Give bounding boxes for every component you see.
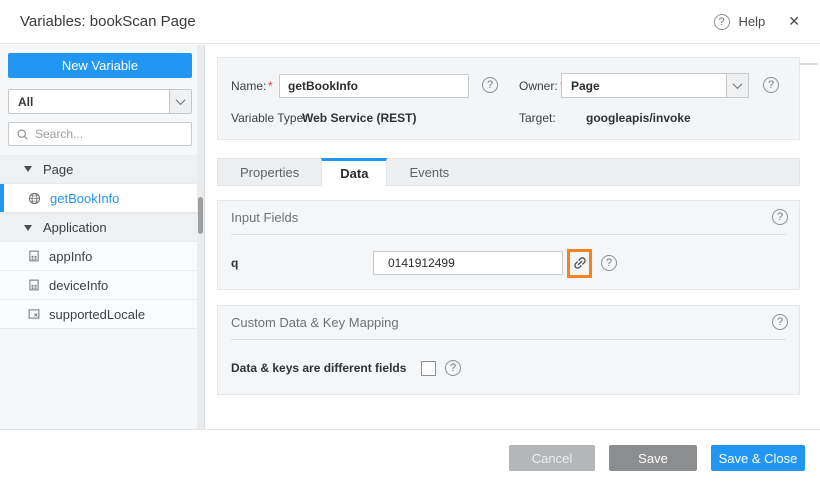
variable-detail-panel: Name: * ? Owner: * Page ? Variable Type:… [206, 45, 820, 429]
save-close-button[interactable]: Save & Close [711, 445, 805, 471]
name-input[interactable] [279, 73, 469, 98]
custom-mapping-section: Custom Data & Key Mapping ? Data & keys … [217, 305, 800, 395]
bind-link-button[interactable] [567, 248, 592, 278]
tree-item-label: appInfo [49, 248, 93, 264]
page-title: Variables: bookScan Page [20, 13, 196, 30]
tree-group-page[interactable]: Page [0, 155, 204, 184]
new-variable-button[interactable]: New Variable [8, 53, 192, 78]
owner-label: Owner: [519, 78, 558, 93]
search-input[interactable] [35, 127, 184, 141]
tree-item-deviceinfo[interactable]: deviceInfo [0, 271, 204, 300]
field-help-icon[interactable]: ? [601, 255, 617, 271]
input-fields-help-icon[interactable]: ? [772, 209, 788, 225]
help-icon[interactable]: ? [713, 13, 730, 30]
name-help-icon[interactable]: ? [482, 77, 498, 93]
field-value-input[interactable] [373, 251, 563, 275]
target-label: Target: [519, 111, 556, 125]
expand-arrow-icon[interactable] [24, 224, 32, 231]
close-icon[interactable]: ✕ [788, 13, 800, 30]
checkbox-help-icon[interactable]: ? [445, 360, 461, 376]
divider [231, 234, 786, 235]
owner-selected-value: Page [571, 78, 600, 93]
tree-item-label: getBookInfo [50, 190, 120, 206]
field-key-label: q [231, 256, 239, 270]
dialog-header: Variables: bookScan Page ? Help ✕ [0, 0, 820, 44]
header-actions: ? Help ✕ [713, 13, 800, 30]
variable-type-label: Variable Type: [231, 111, 307, 125]
web-service-icon [28, 192, 41, 205]
app-data-icon [28, 250, 40, 262]
different-fields-checkbox[interactable] [421, 360, 436, 376]
variable-summary-card: Name: * ? Owner: * Page ? Variable Type:… [217, 57, 800, 140]
target-value: googleapis/invoke [586, 111, 691, 125]
detail-tabs: Properties Data Events [217, 158, 800, 186]
tab-properties[interactable]: Properties [218, 159, 321, 185]
divider [231, 339, 786, 340]
tree-group-label: Page [43, 161, 74, 177]
cancel-button[interactable]: Cancel [509, 445, 595, 471]
locale-icon [28, 308, 40, 320]
chevron-down-icon[interactable] [726, 74, 748, 97]
help-link[interactable]: Help [739, 14, 766, 29]
chevron-down-icon[interactable] [169, 90, 191, 113]
filter-dropdown[interactable]: All [8, 89, 192, 114]
variables-tree: Page getBookInfo Application appInfo dev… [0, 155, 204, 329]
search-box [8, 122, 192, 146]
search-icon [16, 128, 29, 141]
owner-dropdown[interactable]: Page [561, 73, 749, 98]
tree-item-supportedlocale[interactable]: supportedLocale [0, 300, 204, 329]
tree-item-getbookinfo[interactable]: getBookInfo [0, 184, 204, 213]
input-fields-section: Input Fields ? q ? [217, 200, 800, 290]
tree-item-label: supportedLocale [49, 306, 146, 322]
input-field-row: q ? [231, 247, 786, 279]
save-button[interactable]: Save [609, 445, 697, 471]
sidebar-scrollbar-track[interactable] [197, 45, 204, 429]
variable-type-value: Web Service (REST) [302, 111, 417, 125]
required-asterisk: * [268, 78, 273, 93]
dialog-footer: Cancel Save Save & Close [0, 429, 820, 486]
custom-mapping-help-icon[interactable]: ? [772, 314, 788, 330]
tab-data[interactable]: Data [321, 158, 388, 186]
owner-help-icon[interactable]: ? [763, 77, 779, 93]
sidebar-scrollbar-thumb[interactable] [198, 197, 203, 234]
section-title: Custom Data & Key Mapping [231, 315, 399, 330]
expand-arrow-icon[interactable] [24, 166, 32, 172]
app-data-icon [28, 279, 40, 291]
tree-group-label: Application [43, 220, 107, 235]
variables-sidebar: New Variable All Page getBookInfo [0, 45, 205, 429]
tab-events[interactable]: Events [387, 159, 471, 185]
link-icon [573, 257, 586, 269]
section-title: Input Fields [231, 210, 299, 225]
custom-mapping-row: Data & keys are different fields ? [231, 352, 786, 384]
tree-item-appinfo[interactable]: appInfo [0, 242, 204, 271]
name-label: Name: [231, 78, 267, 93]
filter-selected-value: All [18, 94, 34, 109]
tree-item-label: deviceInfo [49, 277, 109, 293]
tree-group-application[interactable]: Application [0, 213, 204, 242]
different-fields-label: Data & keys are different fields [231, 361, 407, 375]
main-scrollbar-thumb[interactable] [799, 63, 818, 65]
variables-dialog: Variables: bookScan Page ? Help ✕ New Va… [0, 0, 820, 486]
